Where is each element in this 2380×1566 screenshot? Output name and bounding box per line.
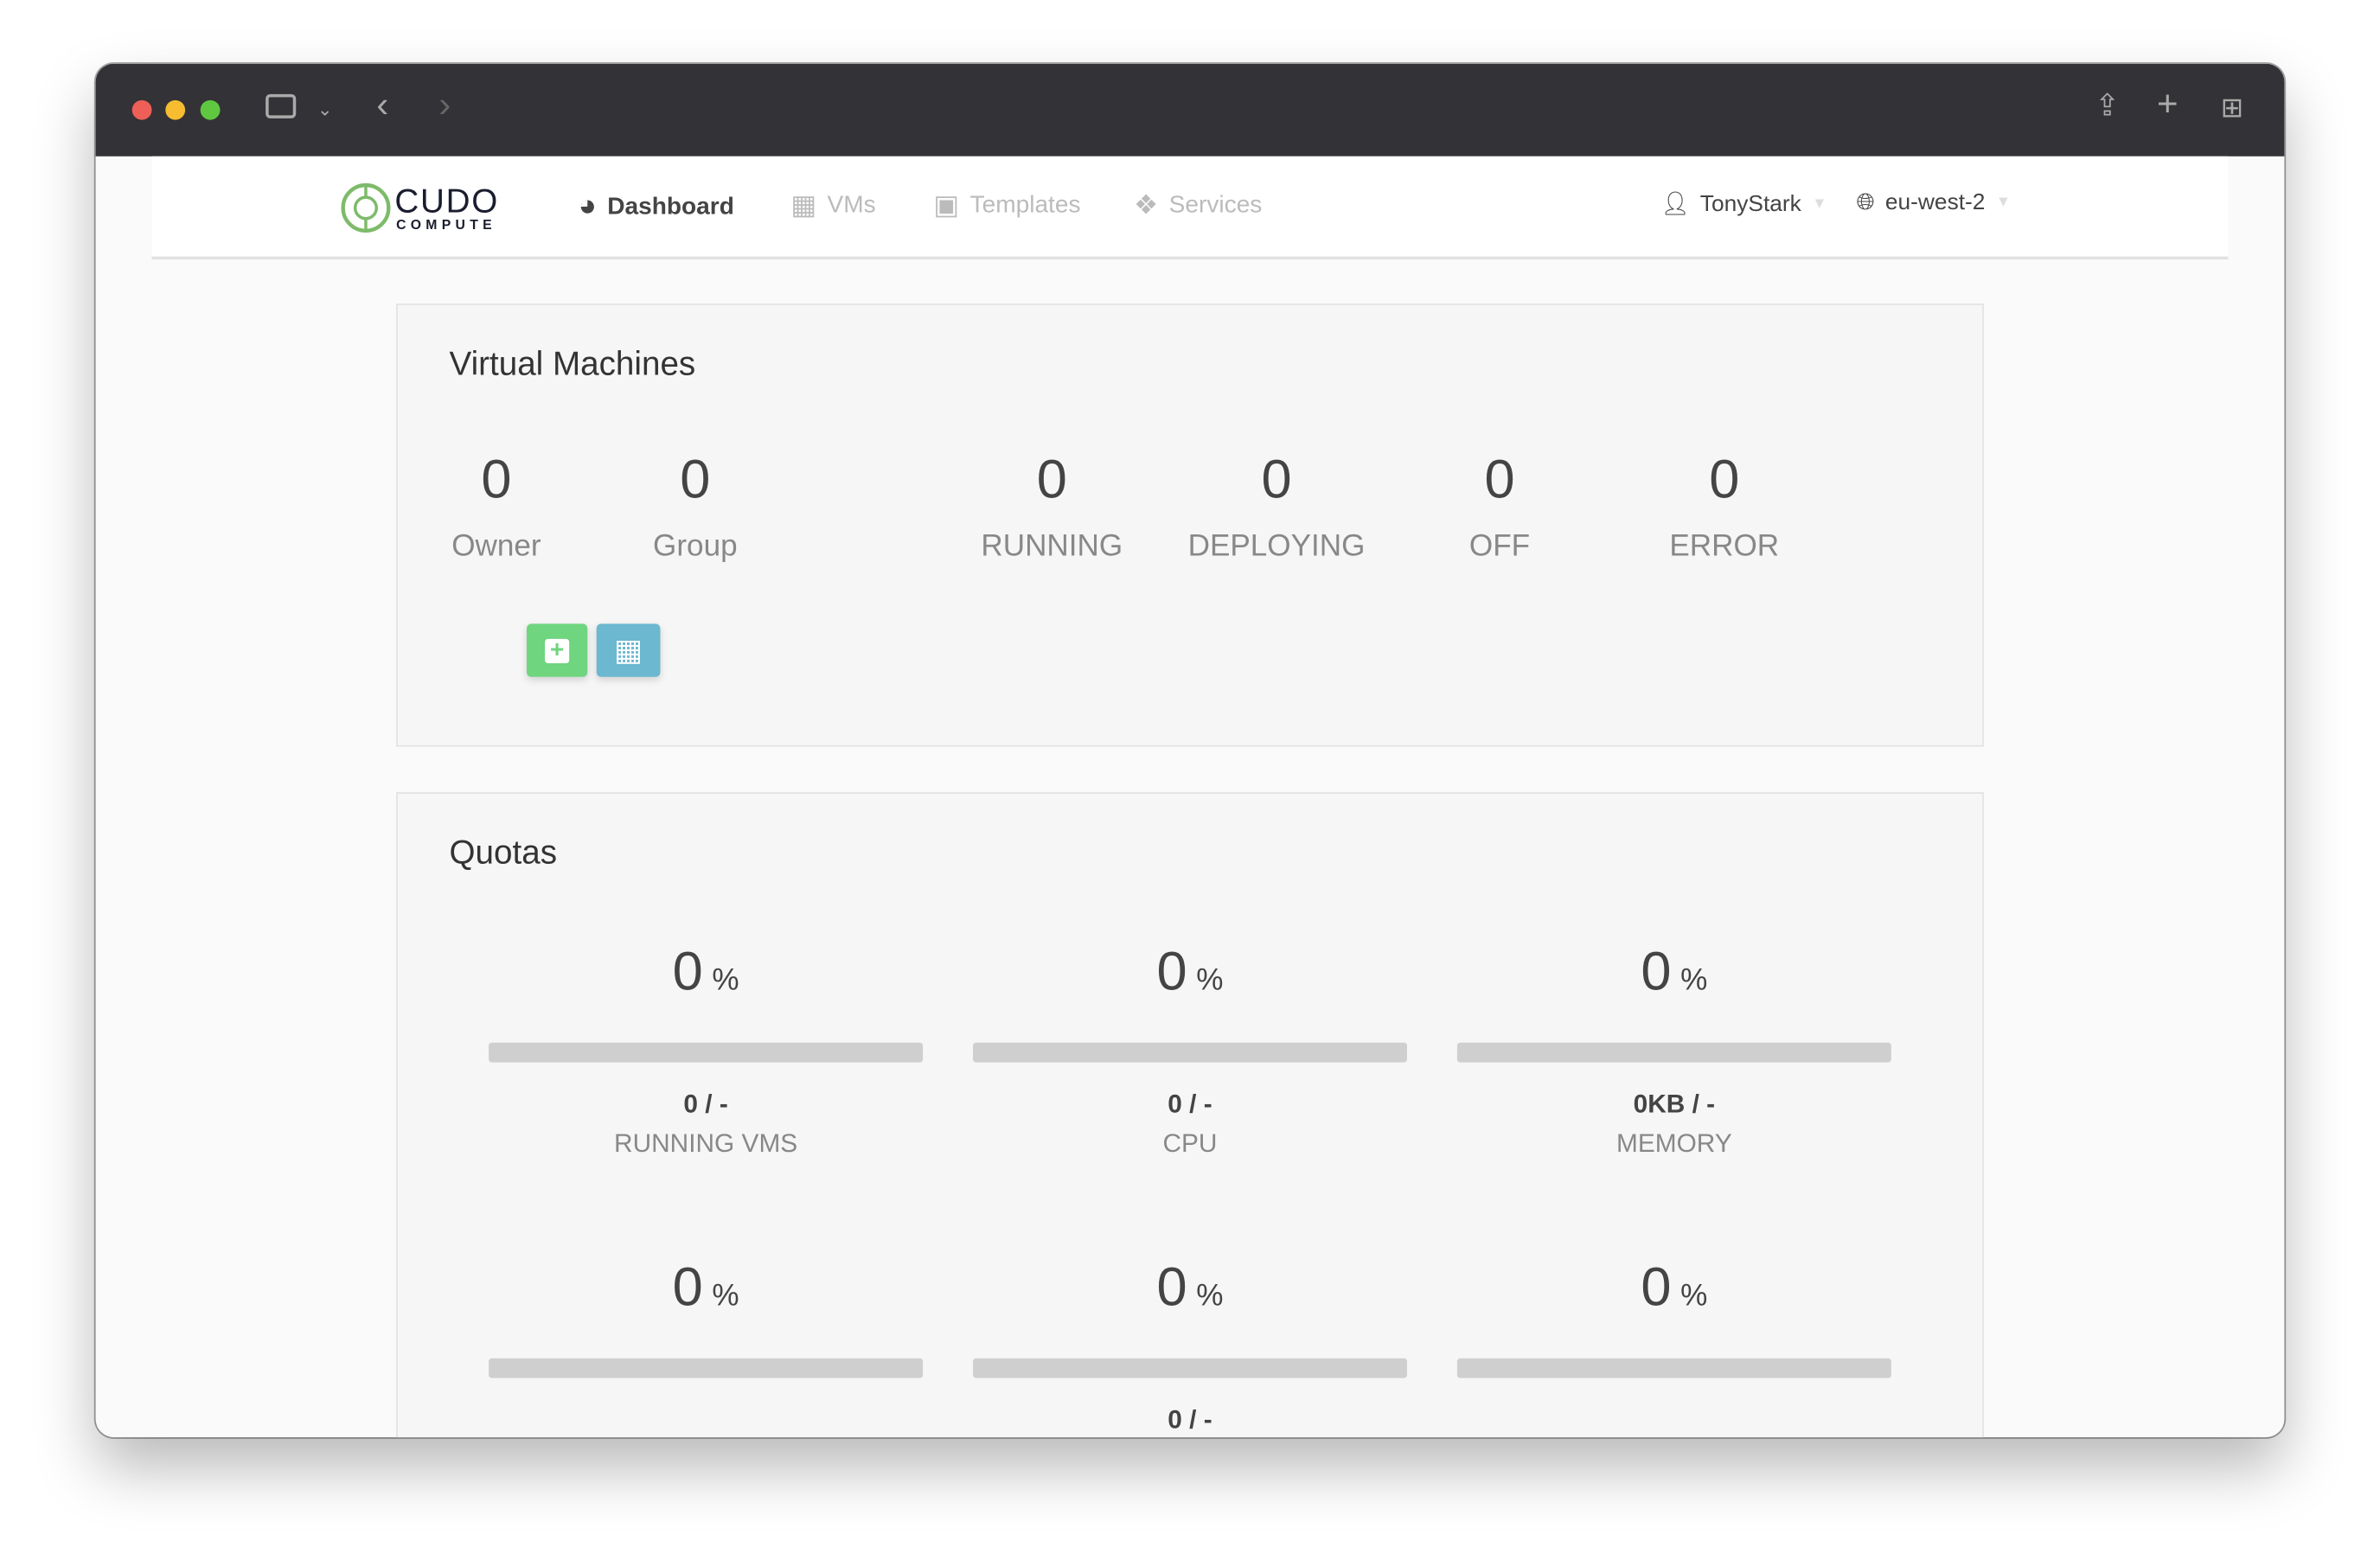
grid-icon: ▦ [614,634,643,668]
stat-deploying[interactable]: 0 DEPLOYING [1170,448,1383,565]
maximize-window-button[interactable] [200,99,221,120]
quota-used: 0 / - [1168,1405,1212,1435]
percent-unit: % [712,1279,739,1314]
region-menu[interactable]: 🌐︎ eu-west-2 ▼ [1856,189,2011,215]
browser-window: ⌄ ‹ › ⇪ + ⊞ CUDO COMPUTE ◕ Dashboard ▦ VMs… [95,63,2285,1438]
nav-vms[interactable]: ▦ VMs [790,189,875,221]
caret-down-icon: ▼ [1995,194,2012,211]
quota-percent: 0 [1156,939,1187,1002]
percent-unit: % [1196,963,1224,998]
percent-unit: % [1680,963,1708,998]
share-icon[interactable]: ⇪ [2095,91,2120,121]
tab-overview-icon[interactable]: ⊞ [2221,93,2243,123]
card-title: Virtual Machines [449,344,696,383]
stat-value: 0 [1484,447,1515,510]
stat-label: Group [653,529,738,564]
dashboard-icon: ◕ [578,189,597,223]
globe-icon: 🌐︎ [1856,189,1875,216]
quota-progress-bar [489,1042,924,1063]
grid-icon: ▦ [790,189,817,221]
plus-square-icon: + [545,637,570,663]
logo-subtext: COMPUTE [396,216,496,233]
minimize-window-button[interactable] [165,99,186,120]
save-icon: ▣ [933,189,960,221]
quota-progress-bar [1456,1358,1891,1378]
stat-label: RUNNING [981,529,1123,564]
stat-value: 0 [1036,447,1067,510]
stat-owner[interactable]: 0 Owner [390,448,603,565]
virtual-machines-card: Virtual Machines 0 Owner 0 Group 0 RUNNING … [396,304,1984,747]
quota-percent: 0 [1156,1255,1187,1318]
stat-label: OFF [1468,529,1531,564]
quota-used: 0KB / - [1633,1090,1716,1119]
quota-item: 0% [489,1255,924,1378]
quota-running-vms: 0% 0 / - RUNNING VMS [489,939,924,1159]
stat-label: ERROR [1669,529,1780,564]
percent-unit: % [1680,1279,1708,1314]
percent-unit: % [1196,1279,1224,1314]
nav-label: VMs [827,192,876,218]
stat-off[interactable]: 0 OFF [1393,448,1606,565]
stat-value: 0 [1709,447,1740,510]
logo-mark-icon [341,182,391,233]
nav-dashboard[interactable]: ◕ Dashboard [579,189,734,224]
browser-titlebar: ⌄ ‹ › ⇪ + ⊞ [95,63,2285,157]
quota-label: MEMORY [1615,1128,1732,1159]
logo-text: CUDO [394,182,500,221]
quota-label: CPU [1162,1128,1218,1159]
nav-label: Dashboard [607,193,734,220]
quota-used: 0 / - [1168,1090,1212,1119]
quota-progress-bar [973,1042,1407,1063]
forward-icon[interactable]: › [438,87,451,124]
quota-item: 0% 0 / - [973,1255,1407,1435]
stat-error[interactable]: 0 ERROR [1618,448,1831,565]
quota-percent: 0 [672,939,703,1002]
back-icon[interactable]: ‹ [376,87,388,124]
sidebar-toggle-icon[interactable] [266,93,297,118]
stat-value: 0 [481,447,512,510]
top-navbar: CUDO COMPUTE ◕ Dashboard ▦ VMs ▣ Templates … [151,156,2229,260]
caret-down-icon: ▼ [1812,195,1827,212]
quota-progress-bar [1456,1042,1891,1063]
nav-services[interactable]: ❖ Services [1134,189,1262,221]
stat-running[interactable]: 0 RUNNING [945,448,1158,565]
quota-progress-bar [973,1358,1407,1378]
quota-percent: 0 [672,1255,703,1318]
user-menu[interactable]: 👤︎ TonyStark ▼ [1660,189,1827,217]
chevron-down-icon[interactable]: ⌄ [317,94,333,125]
stat-value: 0 [680,447,711,510]
nav-templates[interactable]: ▣ Templates [933,189,1080,221]
stat-label: DEPLOYING [1187,529,1366,564]
quota-memory: 0% 0KB / - MEMORY [1456,939,1891,1159]
quota-used: 0 / - [683,1090,728,1119]
cubes-icon: ❖ [1134,189,1159,221]
nav-label: Templates [969,192,1081,218]
percent-unit: % [712,963,739,998]
stat-label: Owner [451,529,541,564]
quota-progress-bar [489,1358,924,1378]
stat-group[interactable]: 0 Group [589,448,802,565]
nav-label: Services [1168,192,1263,218]
username: TonyStark [1699,190,1801,217]
quota-percent: 0 [1641,939,1672,1002]
stat-value: 0 [1261,447,1292,510]
list-vms-button[interactable]: ▦ [596,623,661,677]
close-window-button[interactable] [131,99,152,120]
quotas-card: Quotas 0% 0 / - RUNNING VMS 0% 0 / - CPU 0% 0… [396,792,1984,1438]
card-title: Quotas [449,833,558,872]
quota-item: 0% [1456,1255,1891,1378]
user-icon: 👤︎ [1660,191,1690,217]
region-name: eu-west-2 [1884,189,1986,216]
quota-label: RUNNING VMS [614,1128,798,1159]
quota-cpu: 0% 0 / - CPU [973,939,1407,1159]
new-tab-icon[interactable]: + [2157,86,2178,122]
quota-percent: 0 [1641,1255,1672,1318]
create-vm-button[interactable]: + [527,623,588,677]
